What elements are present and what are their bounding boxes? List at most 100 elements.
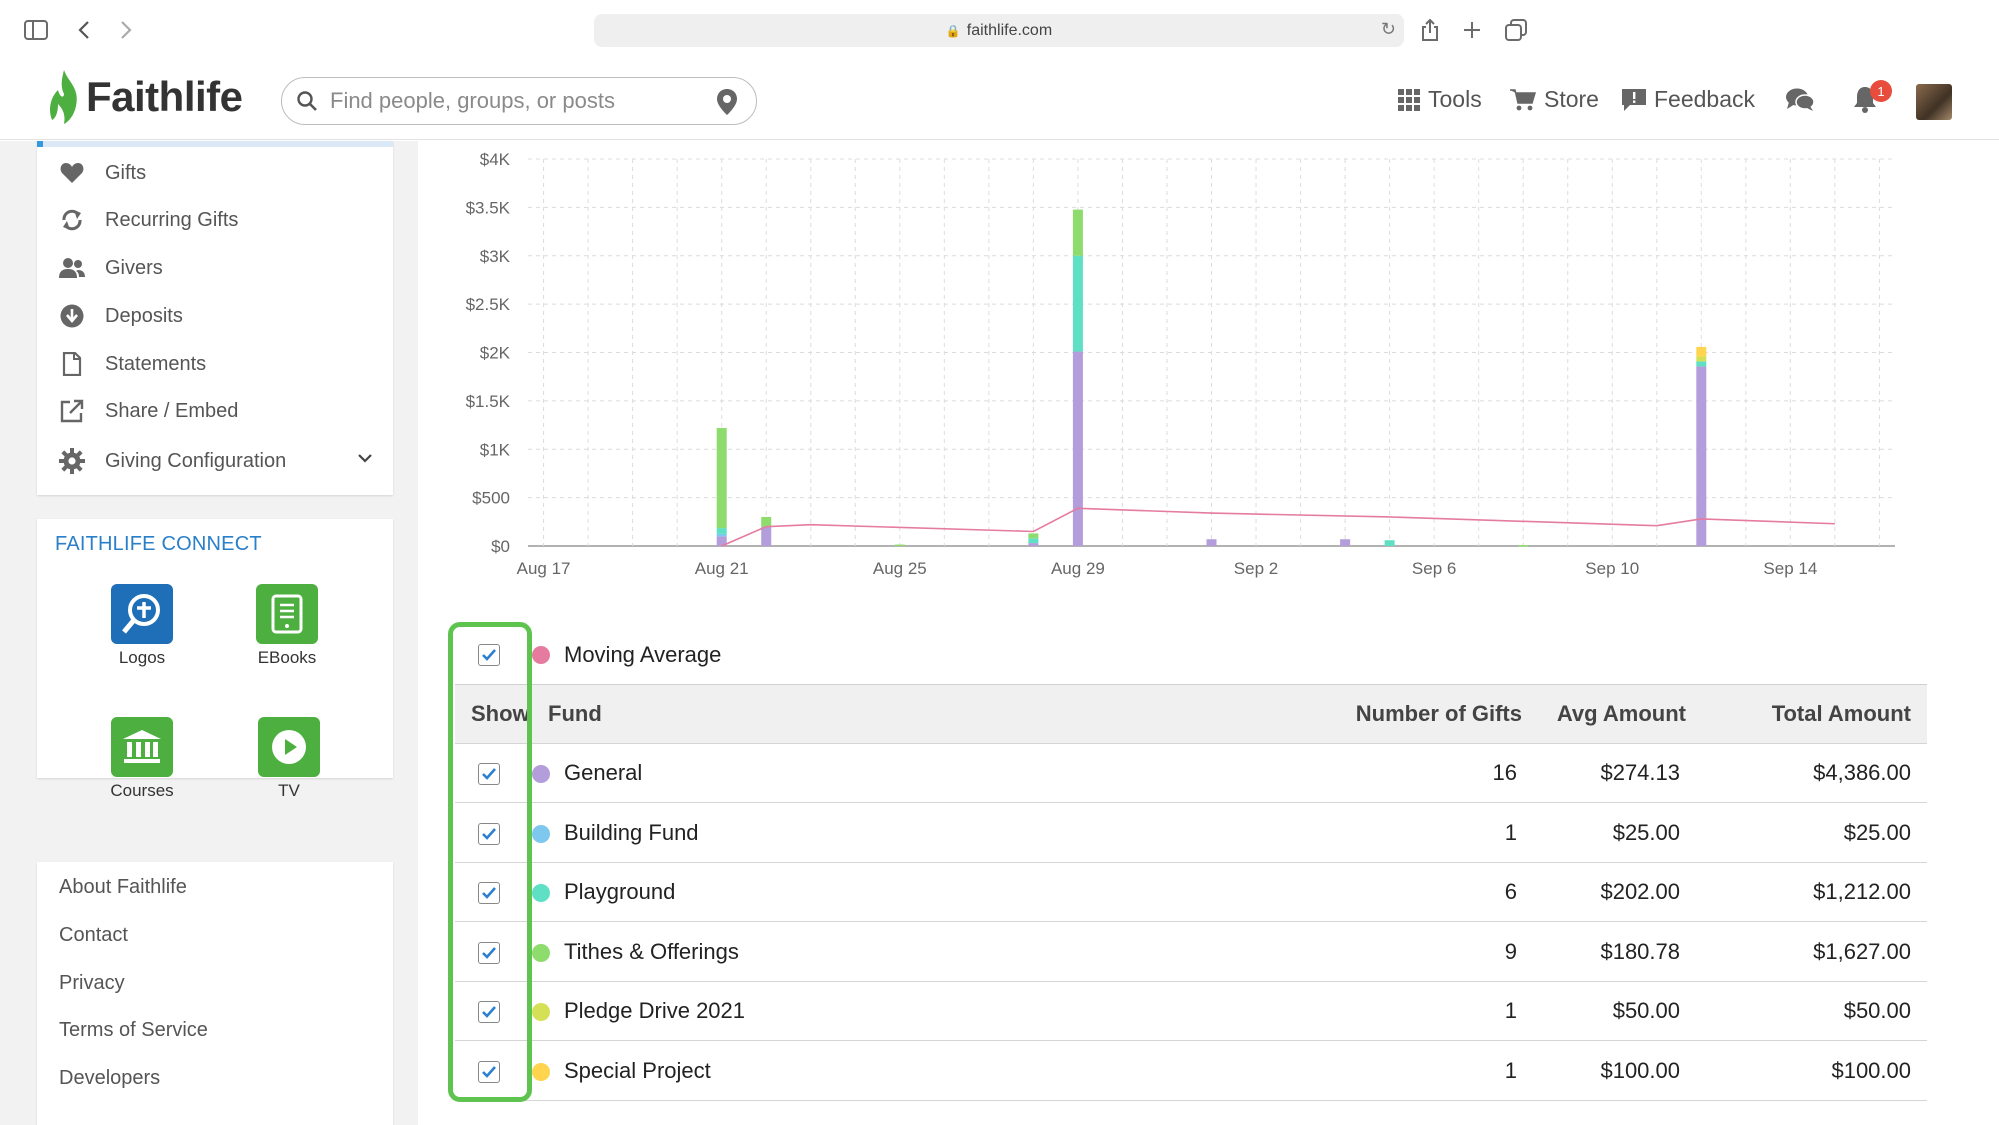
sidebar-item-label: Recurring Gifts: [105, 208, 239, 231]
y-tick-label: $3K: [480, 247, 511, 266]
x-tick-label: Aug 21: [695, 559, 749, 578]
bar-segment[interactable]: [1028, 538, 1039, 544]
fund-color-dot: [532, 1003, 550, 1021]
header-number-of-gifts[interactable]: Number of Gifts: [1356, 685, 1522, 743]
sidebar-icon[interactable]: [20, 14, 52, 46]
new-tab-icon[interactable]: [1456, 14, 1488, 46]
footer-link-contact[interactable]: Contact: [59, 924, 128, 947]
url-text: faithlife.com: [966, 21, 1053, 39]
table-row: Playground 6 $202.00 $1,212.00: [455, 863, 1927, 922]
bar-segment[interactable]: [1518, 545, 1529, 547]
sidebar-item-label: Share / Embed: [105, 399, 239, 422]
y-tick-label: $1K: [480, 440, 511, 459]
bar-segment[interactable]: [894, 544, 905, 547]
total-amount: $1,627.00: [1813, 938, 1911, 964]
active-item-indicator: [37, 141, 393, 147]
nav-tools[interactable]: Tools: [1398, 86, 1482, 113]
y-axis-labels: $0 $500 $1K $1.5K $2K $2.5K $3K $3.5K $4K: [466, 150, 511, 556]
search-input[interactable]: [330, 88, 710, 114]
reload-icon[interactable]: ↻: [1381, 19, 1396, 40]
header-avg-amount[interactable]: Avg Amount: [1557, 685, 1686, 743]
footer-link-terms[interactable]: Terms of Service: [59, 1019, 208, 1042]
avg-amount: $25.00: [1612, 819, 1680, 845]
back-icon[interactable]: [68, 14, 100, 46]
search-box[interactable]: [281, 77, 757, 125]
table-row: Tithes & Offerings 9 $180.78 $1,627.00: [455, 923, 1927, 982]
bar-segment[interactable]: [1340, 539, 1351, 546]
footer-link-privacy[interactable]: Privacy: [59, 972, 125, 995]
chevron-down-icon[interactable]: [357, 447, 373, 468]
show-column-highlight: [448, 622, 532, 1102]
app-label: Courses: [110, 781, 174, 800]
gift-count: 6: [1504, 879, 1517, 904]
left-sidebar: Gifts Recurring Gifts Givers Deposits St…: [0, 141, 418, 1125]
bar-segment[interactable]: [1696, 356, 1707, 362]
bar-segment[interactable]: [761, 516, 772, 527]
bar-segment[interactable]: [1028, 533, 1039, 539]
heart-icon: [59, 160, 85, 186]
x-axis-labels: Aug 17 Aug 21 Aug 25 Aug 29 Sep 2 Sep 6 Sep 10…: [517, 559, 1818, 578]
cart-icon: [1510, 88, 1536, 110]
chat-icon[interactable]: [1785, 87, 1823, 113]
x-tick-label: Aug 17: [517, 559, 571, 578]
sidebar-item-givers[interactable]: Givers: [59, 255, 163, 281]
nav-feedback[interactable]: Feedback: [1622, 86, 1755, 113]
sidebar-item-gifts[interactable]: Gifts: [59, 160, 146, 186]
app-ebooks[interactable]: EBooks: [232, 584, 342, 668]
bar-segment[interactable]: [1696, 361, 1707, 367]
app-courses[interactable]: Courses: [87, 717, 197, 801]
sidebar-item-deposits[interactable]: Deposits: [59, 303, 183, 329]
app-tv[interactable]: TV: [234, 717, 344, 801]
moving-average-line: [721, 507, 1835, 547]
gift-count: 16: [1492, 760, 1517, 785]
table-row: Special Project 1 $100.00 $100.00: [455, 1042, 1927, 1101]
bar-segment[interactable]: [1696, 346, 1707, 357]
bar-segment[interactable]: [1206, 539, 1217, 546]
sidebar-item-giving-configuration[interactable]: Giving Configuration: [59, 448, 286, 474]
fund-color-dot: [532, 1062, 550, 1081]
avatar[interactable]: [1916, 84, 1952, 120]
footer-link-developers[interactable]: Developers: [59, 1067, 160, 1090]
sidebar-item-label: Statements: [105, 352, 207, 375]
nav-store[interactable]: Store: [1510, 86, 1599, 113]
bar-segment[interactable]: [716, 533, 727, 537]
header-total-amount[interactable]: Total Amount: [1772, 685, 1911, 743]
bar-segment[interactable]: [1072, 351, 1083, 546]
bar-segment[interactable]: [761, 526, 772, 546]
bar-segment[interactable]: [1072, 209, 1083, 256]
bar-segment[interactable]: [716, 528, 727, 534]
x-tick-label: Aug 25: [873, 559, 927, 578]
bar-segment[interactable]: [1072, 255, 1083, 352]
app-logos[interactable]: Logos: [87, 584, 197, 668]
tabs-icon[interactable]: [1500, 14, 1532, 46]
bar-segment[interactable]: [1028, 543, 1039, 546]
lock-icon: 🔒: [945, 23, 961, 38]
legend-color-dot: [532, 646, 550, 664]
table-row: General 16 $274.13 $4,386.00: [455, 744, 1927, 803]
x-tick-label: Sep 2: [1234, 559, 1278, 578]
y-tick-label: $3.5K: [466, 198, 511, 217]
forward-icon[interactable]: [110, 14, 142, 46]
faithlife-logo[interactable]: Faithlife: [46, 68, 243, 126]
footer-link-about[interactable]: About Faithlife: [59, 876, 187, 899]
address-bar[interactable]: 🔒 faithlife.com ↻: [594, 14, 1404, 47]
moving-average-legend-row: Moving Average: [455, 625, 1927, 684]
y-tick-label: $2K: [480, 344, 511, 363]
sidebar-item-label: Gifts: [105, 161, 147, 184]
brand-name: Faithlife: [86, 73, 243, 120]
sidebar-item-share-embed[interactable]: Share / Embed: [59, 398, 238, 424]
sidebar-item-statements[interactable]: Statements: [59, 351, 206, 377]
users-icon: [59, 255, 85, 281]
avg-amount: $50.00: [1612, 998, 1680, 1023]
bar-segment[interactable]: [1384, 540, 1395, 546]
browser-toolbar: 🔒 faithlife.com ↻: [0, 0, 1999, 60]
sidebar-item-recurring-gifts[interactable]: Recurring Gifts: [59, 207, 238, 233]
sidebar-item-label: Giving Configuration: [105, 449, 287, 472]
fund-color-dot: [532, 884, 550, 902]
fund-name: Playground: [564, 879, 676, 904]
external-link-icon: [59, 398, 85, 424]
share-icon[interactable]: [1414, 14, 1446, 46]
location-pin-icon[interactable]: [716, 88, 738, 116]
bar-segment[interactable]: [716, 427, 727, 529]
header-fund[interactable]: Fund: [548, 685, 602, 743]
